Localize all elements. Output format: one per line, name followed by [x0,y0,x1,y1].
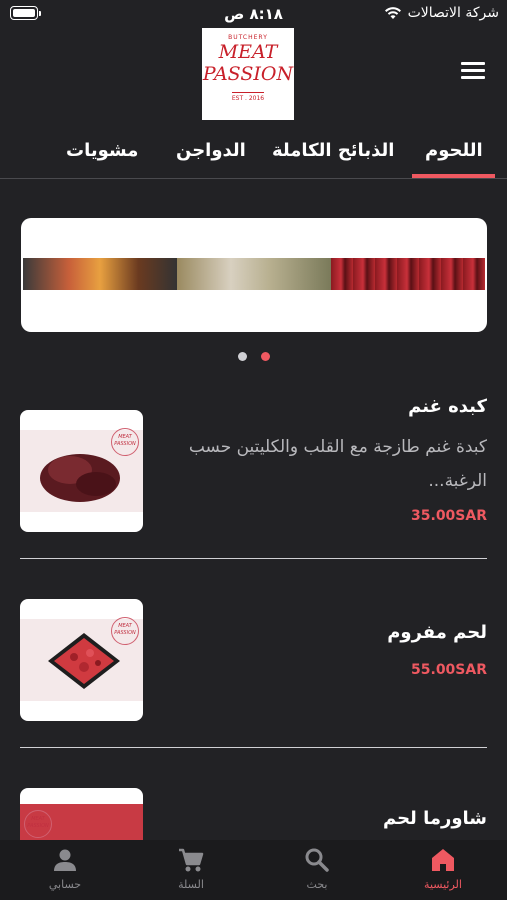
product-price: 55.00SAR [411,662,487,678]
person-icon [54,849,76,871]
logo-line1: MEAT [218,41,278,63]
divider [20,558,487,559]
logo-top-text: BUTCHERY [228,34,268,41]
stamp-icon: MEAT PASSION [24,810,52,838]
active-tab-indicator [412,174,495,178]
wifi-icon [384,7,401,19]
search-icon [305,848,329,872]
banner-image [23,258,485,290]
product-price: 35.00SAR [411,508,487,524]
product-name: كبده غنم [408,396,487,417]
logo-line2: PASSION [202,63,294,85]
nav-search-label: بحث [306,878,328,891]
carousel-dot-active[interactable] [260,352,270,361]
nav-home[interactable]: الرئيسية [403,846,483,891]
carousel-dots [0,352,507,361]
product-name: لحم مفروم [387,622,487,643]
hamburger-icon[interactable] [461,62,485,80]
product-description: كبدة غنم طازجة مع القلب والكليتين حسب ال… [188,437,487,491]
product-image: MEAT PASSION [20,788,143,840]
nav-account[interactable]: حسابي [25,846,105,891]
nav-home-label: الرئيسية [424,878,462,891]
cart-icon [179,848,204,872]
product-image: MEAT PASSION [20,410,143,532]
brand-logo: BUTCHERY MEAT PASSION EST . 2016 [202,28,294,120]
tab-whole-carcasses[interactable]: الذبائح الكاملة [272,140,394,161]
product-name: شاورما لحم [382,808,487,829]
stamp-icon: MEAT PASSION [111,617,139,645]
liver-image [40,454,120,502]
app-header: BUTCHERY MEAT PASSION EST . 2016 [0,28,507,124]
product-item[interactable]: MEAT PASSION كبده غنم كبدة غنم طازجة مع ا… [20,396,487,536]
product-item[interactable]: MEAT PASSION شاورما لحم [20,788,487,840]
carrier-info: شركة الاتصالات [384,5,499,21]
nav-account-label: حسابي [48,878,82,891]
logo-est: EST . 2016 [231,92,265,102]
product-item[interactable]: MEAT PASSION لحم مفروم 55.00SAR [20,586,487,726]
nav-cart[interactable]: السلة [151,846,231,891]
nav-cart-label: السلة [178,878,204,891]
category-tabs: اللحوم الذبائح الكاملة الدواجن مشويات [0,124,507,179]
promo-banner[interactable] [21,218,487,332]
tab-meats[interactable]: اللحوم [425,140,483,161]
tab-poultry[interactable]: الدواجن [176,140,246,161]
stamp-icon: MEAT PASSION [111,428,139,456]
bottom-navigation: الرئيسية بحث السلة حسابي [0,840,507,900]
status-bar: ٨:١٨ ص شركة الاتصالات [0,0,507,28]
home-icon [432,849,454,871]
carrier-name: شركة الاتصالات [407,5,499,21]
nav-search[interactable]: بحث [277,846,357,891]
tab-grills[interactable]: مشويات [66,140,138,161]
product-image: MEAT PASSION [20,599,143,721]
divider [20,747,487,748]
carousel-dot[interactable] [237,352,247,361]
